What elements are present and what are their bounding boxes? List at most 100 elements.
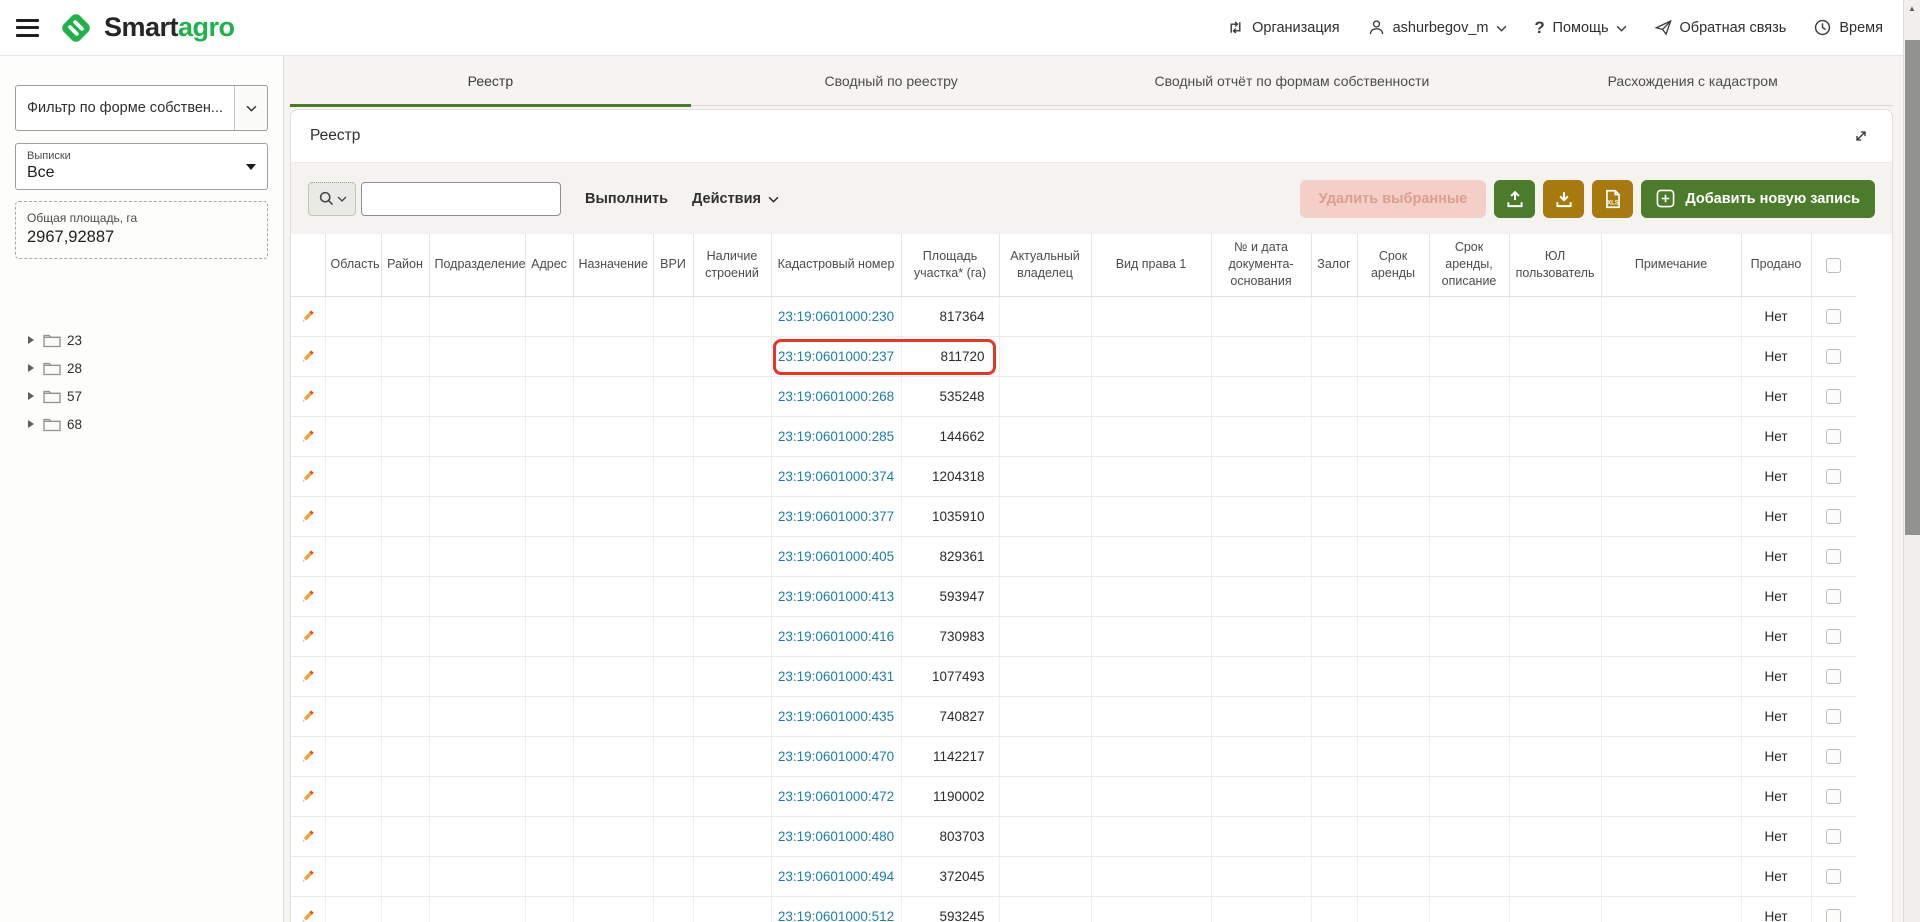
cadastral-link[interactable]: 23:19:0601000:470 — [778, 749, 894, 764]
edit-pencil-icon[interactable] — [300, 589, 315, 604]
download-button[interactable] — [1543, 180, 1584, 218]
row-checkbox[interactable] — [1826, 709, 1841, 724]
row-checkbox[interactable] — [1826, 469, 1841, 484]
cell-stroeniya — [693, 376, 771, 416]
expand-arrow-icon[interactable] — [28, 364, 34, 372]
edit-pencil-icon[interactable] — [300, 669, 315, 684]
table-row: 23:19:0601000:374 1204318 Нет — [291, 456, 1856, 496]
edit-pencil-icon[interactable] — [300, 749, 315, 764]
cell-vri — [653, 416, 693, 456]
row-checkbox[interactable] — [1826, 429, 1841, 444]
row-checkbox[interactable] — [1826, 829, 1841, 844]
edit-pencil-icon[interactable] — [300, 829, 315, 844]
download-icon — [1553, 188, 1575, 210]
extracts-select[interactable]: Выписки Все — [15, 143, 268, 190]
menu-item-help[interactable]: ? Помощь — [1534, 18, 1627, 38]
upload-button[interactable] — [1494, 180, 1535, 218]
sold-value: Нет — [1765, 789, 1788, 804]
row-checkbox[interactable] — [1826, 869, 1841, 884]
row-checkbox[interactable] — [1826, 309, 1841, 324]
cadastral-link[interactable]: 23:19:0601000:431 — [778, 669, 894, 684]
row-checkbox[interactable] — [1826, 749, 1841, 764]
cell-adres — [525, 496, 573, 536]
delete-selected-button[interactable]: Удалить выбранные — [1300, 180, 1487, 218]
tree-item-57[interactable]: 57 — [28, 387, 268, 405]
tab-register-summary[interactable]: Сводный по реестру — [691, 56, 1092, 107]
cadastral-link[interactable]: 23:19:0601000:374 — [778, 469, 894, 484]
menu-item-feedback[interactable]: Обратная связь — [1654, 18, 1787, 37]
cell-vladelec — [999, 736, 1091, 776]
tree-item-28[interactable]: 28 — [28, 359, 268, 377]
cadastral-link[interactable]: 23:19:0601000:237 — [778, 349, 894, 364]
cadastral-link[interactable]: 23:19:0601000:268 — [778, 389, 894, 404]
app-logo[interactable]: Smartagro — [57, 9, 235, 47]
row-checkbox[interactable] — [1826, 589, 1841, 604]
menu-item-organization[interactable]: Организация — [1226, 18, 1339, 37]
select-all-checkbox[interactable] — [1826, 258, 1841, 273]
cell-vid-prava — [1091, 416, 1211, 456]
edit-pencil-icon[interactable] — [300, 429, 315, 444]
edit-pencil-icon[interactable] — [300, 509, 315, 524]
cell-yul — [1509, 856, 1601, 896]
tab-register[interactable]: Реестр — [290, 56, 691, 107]
cadastral-link[interactable]: 23:19:0601000:285 — [778, 429, 894, 444]
cadastral-link[interactable]: 23:19:0601000:480 — [778, 829, 894, 844]
user-icon — [1367, 18, 1386, 37]
cell-srok-opisanie — [1429, 376, 1509, 416]
row-checkbox[interactable] — [1826, 909, 1841, 922]
search-options-button[interactable] — [308, 182, 356, 216]
cadastral-link[interactable]: 23:19:0601000:494 — [778, 869, 894, 884]
cadastral-link[interactable]: 23:19:0601000:377 — [778, 509, 894, 524]
run-button[interactable]: Выполнить — [585, 191, 668, 207]
chevron-down-icon[interactable] — [234, 86, 267, 130]
edit-pencil-icon[interactable] — [300, 549, 315, 564]
cell-dokument — [1211, 816, 1311, 856]
tab-ownership-report[interactable]: Сводный отчёт по формам собственности — [1092, 56, 1493, 107]
row-checkbox[interactable] — [1826, 509, 1841, 524]
edit-pencil-icon[interactable] — [300, 629, 315, 644]
add-record-button[interactable]: Добавить новую запись — [1641, 180, 1875, 218]
tree-item-68[interactable]: 68 — [28, 415, 268, 433]
scrollbar-thumb[interactable] — [1905, 40, 1920, 535]
export-xls-button[interactable]: XLS — [1592, 180, 1633, 218]
row-checkbox[interactable] — [1826, 549, 1841, 564]
tree-item-23[interactable]: 23 — [28, 331, 268, 349]
maximize-icon[interactable] — [1849, 124, 1873, 148]
edit-pencil-icon[interactable] — [300, 789, 315, 804]
edit-pencil-icon[interactable] — [300, 909, 315, 922]
edit-pencil-icon[interactable] — [300, 709, 315, 724]
menu-item-time[interactable]: Время — [1813, 18, 1883, 37]
edit-pencil-icon[interactable] — [300, 869, 315, 884]
row-checkbox[interactable] — [1826, 389, 1841, 404]
cell-dokument — [1211, 656, 1311, 696]
actions-menu-button[interactable]: Действия — [692, 191, 779, 207]
tab-cadastre-discrepancies[interactable]: Расхождения с кадастром — [1492, 56, 1893, 107]
vertical-scrollbar[interactable]: ▲ — [1903, 0, 1920, 922]
cadastral-link[interactable]: 23:19:0601000:405 — [778, 549, 894, 564]
scroll-up-arrow-icon[interactable]: ▲ — [1904, 0, 1920, 16]
cell-adres — [525, 736, 573, 776]
row-checkbox[interactable] — [1826, 789, 1841, 804]
hamburger-menu-icon[interactable] — [14, 18, 41, 38]
edit-pencil-icon[interactable] — [300, 309, 315, 324]
edit-pencil-icon[interactable] — [300, 469, 315, 484]
sold-value: Нет — [1765, 629, 1788, 644]
row-checkbox[interactable] — [1826, 629, 1841, 644]
edit-pencil-icon[interactable] — [300, 349, 315, 364]
edit-pencil-icon[interactable] — [300, 389, 315, 404]
cadastral-link[interactable]: 23:19:0601000:413 — [778, 589, 894, 604]
cadastral-link[interactable]: 23:19:0601000:472 — [778, 789, 894, 804]
row-checkbox[interactable] — [1826, 349, 1841, 364]
cadastral-link[interactable]: 23:19:0601000:512 — [778, 909, 894, 922]
expand-arrow-icon[interactable] — [28, 336, 34, 344]
expand-arrow-icon[interactable] — [28, 420, 34, 428]
cadastral-link[interactable]: 23:19:0601000:230 — [778, 309, 894, 324]
row-checkbox[interactable] — [1826, 669, 1841, 684]
search-input[interactable] — [361, 182, 561, 216]
cadastral-link[interactable]: 23:19:0601000:435 — [778, 709, 894, 724]
ownership-filter-button[interactable]: Фильтр по форме собствен... — [15, 85, 268, 131]
expand-arrow-icon[interactable] — [28, 392, 34, 400]
cell-rayon — [381, 736, 429, 776]
menu-item-user[interactable]: ashurbegov_m — [1367, 18, 1507, 37]
cadastral-link[interactable]: 23:19:0601000:416 — [778, 629, 894, 644]
